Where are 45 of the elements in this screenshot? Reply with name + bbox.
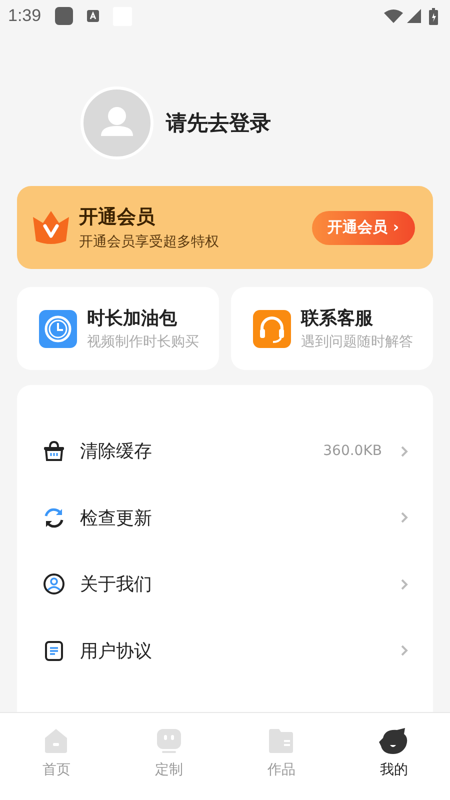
feature-card[interactable]: 联系客服 遇到问题随时解答 xyxy=(231,287,433,370)
headset-icon xyxy=(253,310,291,348)
avatar-icon[interactable] xyxy=(80,86,154,160)
menu-label: 用户协议 xyxy=(80,640,152,663)
vip-subtitle: 开通会员享受超多特权 xyxy=(79,233,220,251)
tab-label: 首页 xyxy=(42,761,70,779)
feature-card[interactable]: 时长加油包 视频制作时长购买 xyxy=(17,287,219,370)
wifi-icon xyxy=(384,9,403,23)
feature-subtitle: 遇到问题随时解答 xyxy=(301,333,413,351)
tab-label: 我的 xyxy=(380,761,408,779)
crown-icon xyxy=(33,210,69,244)
menu-label: 清除缓存 xyxy=(80,440,152,464)
refresh-icon xyxy=(43,506,65,529)
feature-subtitle: 视频制作时长购买 xyxy=(87,333,199,351)
tab-label: 定制 xyxy=(154,761,183,779)
tab-label: 作品 xyxy=(267,761,296,779)
signal-icon xyxy=(407,9,421,23)
menu-item[interactable]: 用户协议 xyxy=(17,618,433,684)
status-time: 1:39 xyxy=(8,6,42,26)
basket-icon xyxy=(43,440,65,462)
face-icon xyxy=(378,728,409,754)
menu-item[interactable]: 检查更新 xyxy=(17,484,433,551)
feature-title: 联系客服 xyxy=(301,307,374,330)
chevron-right-icon xyxy=(401,512,408,524)
chevron-right-icon xyxy=(401,578,408,590)
folder-icon xyxy=(268,728,294,754)
tab[interactable]: 我的 xyxy=(338,713,450,800)
battery-icon xyxy=(429,8,438,24)
vip-title: 开通会员 xyxy=(79,205,156,230)
menu-label: 关于我们 xyxy=(80,573,152,596)
feature-title: 时长加油包 xyxy=(87,307,178,330)
home-icon xyxy=(43,728,70,754)
chevron-right-icon xyxy=(401,446,408,457)
menu-item[interactable]: 清除缓存 360.0KB xyxy=(17,418,433,484)
keyboard-notification-icon xyxy=(87,10,100,22)
app-notification-icon xyxy=(55,7,74,25)
document-icon xyxy=(43,640,65,662)
robot-icon xyxy=(156,728,182,754)
menu-value: 360.0KB xyxy=(323,443,382,460)
user-icon xyxy=(43,573,65,596)
menu-item[interactable]: 关于我们 xyxy=(17,551,433,618)
login-prompt[interactable]: 请先去登录 xyxy=(166,109,271,137)
clock-icon xyxy=(39,310,77,348)
chevron-right-icon xyxy=(401,645,408,656)
menu-label: 检查更新 xyxy=(80,506,152,530)
